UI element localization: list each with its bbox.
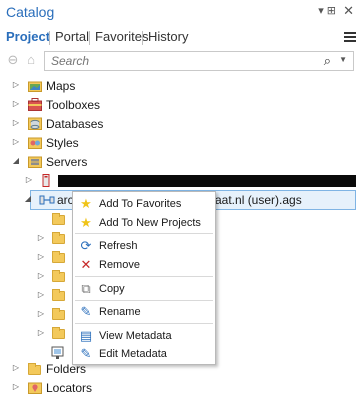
menu-item-label: Copy	[99, 283, 125, 295]
context-menu: ★ Add To Favorites ★ Add To New Projects…	[72, 191, 216, 365]
menu-separator	[75, 276, 213, 277]
expand-arrow-icon[interactable]: ▷	[36, 271, 46, 280]
edit-metadata-icon: ✎	[80, 346, 92, 361]
tree-item-styles[interactable]: ▷ Styles	[0, 134, 364, 153]
menu-separator	[75, 300, 213, 301]
locators-icon	[28, 381, 42, 394]
search-input[interactable]	[45, 52, 305, 70]
tab-portal[interactable]: Portal	[55, 29, 89, 44]
server-connection-icon	[40, 174, 54, 187]
collapse-arrow-icon[interactable]: ◢	[11, 156, 21, 165]
folder-icon	[52, 232, 65, 244]
tab-history[interactable]: History	[148, 29, 188, 44]
toolboxes-icon	[28, 98, 42, 111]
menu-item-add-to-favorites[interactable]: ★ Add To Favorites	[73, 194, 215, 214]
tree-item-databases[interactable]: ▷ Databases	[0, 115, 364, 134]
tree-item-server-redacted[interactable]: ▷	[0, 172, 364, 191]
expand-arrow-icon[interactable]: ▷	[24, 175, 34, 184]
menu-item-rename[interactable]: ✎ Rename	[73, 302, 215, 322]
tree-item-label: Locators	[46, 381, 93, 395]
view-metadata-icon: ▤	[79, 328, 93, 343]
tree-item-servers[interactable]: ◢ Servers	[0, 153, 364, 172]
menu-item-label: Add To Favorites	[99, 198, 182, 210]
databases-icon	[28, 117, 42, 130]
tree-item-toolboxes[interactable]: ▷ Toolboxes	[0, 96, 364, 115]
expand-arrow-icon[interactable]: ▷	[36, 233, 46, 242]
expand-arrow-icon[interactable]: ▷	[36, 328, 46, 337]
search-dropdown-icon[interactable]: ▼	[339, 55, 347, 64]
close-icon[interactable]: ✕	[343, 3, 354, 19]
map-service-icon	[51, 346, 65, 359]
folder-icon	[52, 213, 65, 225]
tree-item-locators[interactable]: ▷ Locators	[0, 379, 364, 398]
nav-search-row: ⊖ ⌂ ⌕ ▼	[0, 50, 364, 72]
search-icon[interactable]: ⌕	[324, 53, 331, 69]
redacted-label	[58, 175, 356, 187]
server-label-suffix: aat.nl (user).ags	[215, 193, 302, 207]
menu-separator	[75, 323, 213, 324]
tab-divider	[89, 31, 90, 45]
tab-divider	[142, 31, 143, 45]
menu-item-label: Add To New Projects	[99, 217, 201, 229]
collapse-arrow-icon[interactable]: ◢	[23, 194, 33, 203]
hamburger-menu-icon[interactable]	[344, 32, 356, 42]
pin-menu-icon[interactable]: ▾ ⊞	[318, 4, 336, 17]
tree-item-maps[interactable]: ▷ Maps	[0, 77, 364, 96]
menu-item-refresh[interactable]: ⟳ Refresh	[73, 236, 215, 256]
folder-icon	[52, 270, 65, 282]
expand-arrow-icon[interactable]: ▷	[11, 137, 21, 146]
copy-icon: ⧉	[81, 281, 91, 296]
refresh-icon: ⟳	[80, 238, 92, 253]
folder-icon	[52, 308, 65, 320]
menu-item-add-to-new-projects[interactable]: ★ Add To New Projects	[73, 213, 215, 233]
tree-item-label: Databases	[46, 117, 104, 131]
menu-item-copy[interactable]: ⧉ Copy	[73, 279, 215, 299]
expand-arrow-icon[interactable]: ▷	[11, 363, 21, 372]
expand-arrow-icon[interactable]: ▷	[36, 309, 46, 318]
remove-icon: ✕	[80, 257, 92, 272]
tab-favorites[interactable]: Favorites	[95, 29, 148, 44]
tree-item-label: Servers	[46, 155, 88, 169]
folder-icon	[52, 251, 65, 263]
expand-arrow-icon[interactable]: ▷	[11, 118, 21, 127]
servers-icon	[28, 155, 42, 168]
menu-item-label: Edit Metadata	[99, 348, 167, 360]
folder-icon	[52, 289, 65, 301]
folder-icon	[28, 363, 41, 375]
panel-title: Catalog	[6, 4, 55, 20]
back-icon[interactable]: ⊖	[6, 52, 20, 68]
star-icon: ★	[80, 215, 92, 230]
expand-arrow-icon[interactable]: ▷	[36, 252, 46, 261]
server-connection-icon	[39, 193, 55, 206]
rename-icon: ✎	[80, 304, 92, 319]
search-box: ⌕ ▼	[44, 51, 354, 71]
menu-item-label: View Metadata	[99, 330, 172, 342]
tab-divider	[49, 31, 50, 45]
menu-item-label: Remove	[99, 259, 140, 271]
maps-icon	[28, 79, 42, 92]
menu-item-remove[interactable]: ✕ Remove	[73, 255, 215, 275]
expand-arrow-icon[interactable]: ▷	[11, 99, 21, 108]
tree-item-label: Toolboxes	[46, 98, 101, 112]
tree-item-label: Maps	[46, 79, 76, 93]
menu-item-label: Rename	[99, 306, 141, 318]
expand-arrow-icon[interactable]: ▷	[11, 80, 21, 89]
expand-arrow-icon[interactable]: ▷	[11, 382, 21, 391]
panel-titlebar: Catalog ▾ ⊞ ✕	[0, 0, 364, 24]
menu-item-edit-metadata[interactable]: ✎ Edit Metadata	[73, 344, 215, 364]
menu-item-label: Refresh	[99, 240, 138, 252]
styles-icon	[28, 136, 42, 149]
star-icon: ★	[80, 196, 92, 211]
menu-separator	[75, 233, 213, 234]
tree-item-label: Styles	[46, 136, 79, 150]
tab-project[interactable]: Project	[6, 29, 50, 44]
home-icon[interactable]: ⌂	[24, 52, 38, 68]
expand-arrow-icon[interactable]: ▷	[36, 290, 46, 299]
menu-item-view-metadata[interactable]: ▤ View Metadata	[73, 326, 215, 346]
catalog-tabs: Project Portal Favorites History	[0, 26, 364, 48]
folder-icon	[52, 327, 65, 339]
